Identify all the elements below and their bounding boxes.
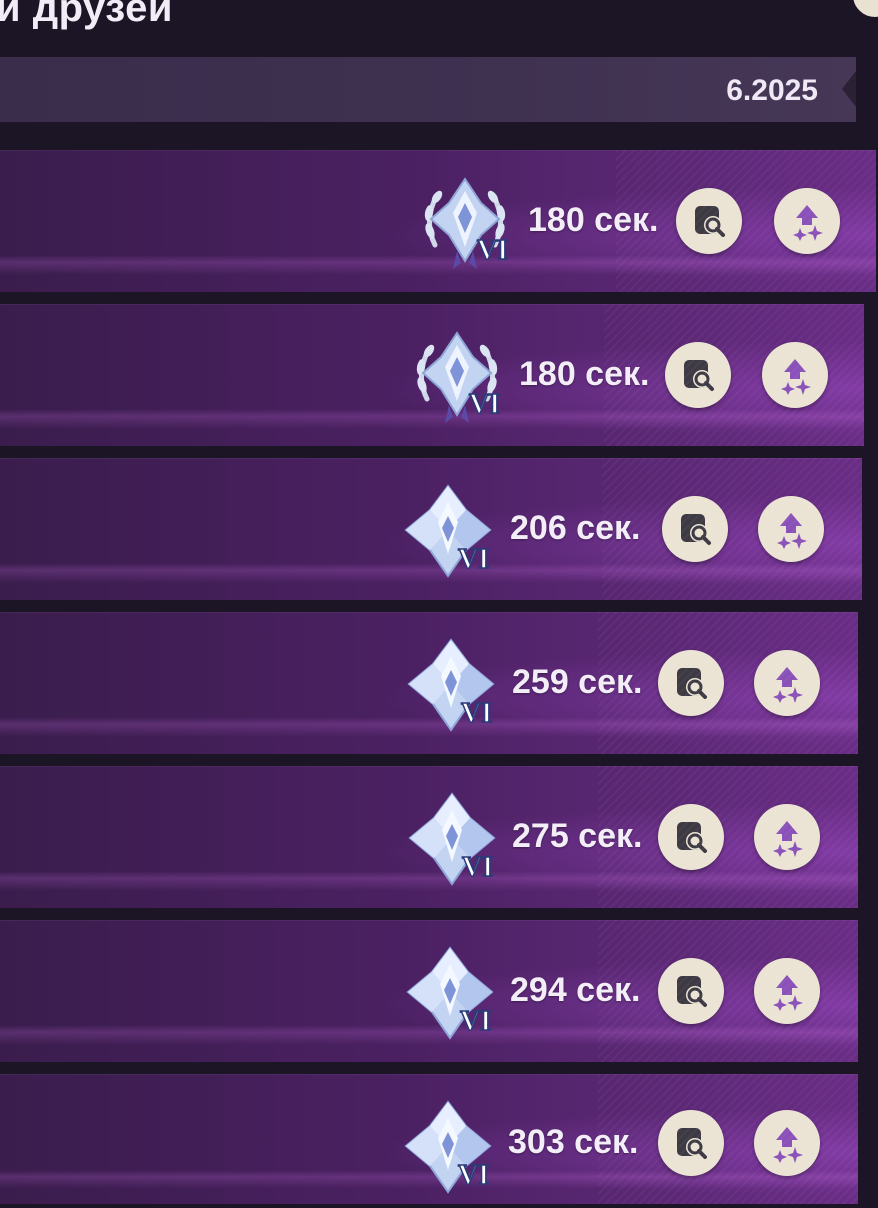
boost-button[interactable] bbox=[774, 188, 840, 254]
laurel-crystal-emblem: VI bbox=[424, 177, 509, 269]
view-lineup-button[interactable] bbox=[662, 496, 728, 562]
clear-time: 206 сек. bbox=[510, 509, 641, 547]
boost-button[interactable] bbox=[758, 496, 824, 562]
view-lineup-button[interactable] bbox=[658, 958, 724, 1024]
crystal-emblem: VI bbox=[408, 792, 496, 886]
magnify-page-icon bbox=[677, 1128, 707, 1159]
boost-button[interactable] bbox=[754, 804, 820, 870]
boost-button[interactable] bbox=[754, 1110, 820, 1176]
boost-button[interactable] bbox=[754, 650, 820, 716]
crystal-emblem: VI bbox=[404, 484, 492, 578]
sparkle-arrow-icon bbox=[773, 975, 803, 1011]
sparkle-arrow-icon bbox=[793, 205, 823, 241]
list-row: VI 275 сек. bbox=[0, 766, 858, 908]
magnify-page-icon bbox=[684, 360, 714, 391]
rank-numeral: VI bbox=[462, 852, 493, 883]
crystal-emblem: VI bbox=[406, 946, 494, 1040]
clear-time: 275 сек. bbox=[512, 817, 643, 855]
magnify-page-icon bbox=[677, 668, 707, 699]
view-lineup-button[interactable] bbox=[676, 188, 742, 254]
clear-time: 259 сек. bbox=[512, 663, 643, 701]
magnify-page-icon bbox=[681, 514, 711, 545]
rank-numeral: VI bbox=[461, 698, 492, 729]
list-row: VI 259 сек. bbox=[0, 612, 858, 754]
view-lineup-button[interactable] bbox=[658, 1110, 724, 1176]
clear-time: 180 сек. bbox=[528, 201, 659, 239]
view-lineup-button[interactable] bbox=[658, 804, 724, 870]
corner-button[interactable] bbox=[850, 0, 878, 20]
period-notch bbox=[842, 71, 856, 107]
rank-numeral: VI bbox=[469, 389, 500, 420]
rank-numeral: VI bbox=[458, 544, 489, 575]
magnify-page-icon bbox=[695, 206, 725, 237]
crystal-emblem: VI bbox=[404, 1100, 492, 1194]
list-row: VI 180 сек. bbox=[0, 150, 876, 292]
crystal-emblem: VI bbox=[407, 638, 495, 732]
sparkle-arrow-icon bbox=[773, 821, 803, 857]
clear-time: 303 сек. bbox=[508, 1123, 639, 1161]
view-lineup-button[interactable] bbox=[658, 650, 724, 716]
view-lineup-button[interactable] bbox=[665, 342, 731, 408]
magnify-page-icon bbox=[677, 976, 707, 1007]
magnify-page-icon bbox=[677, 822, 707, 853]
list-row: VI 294 сек. bbox=[0, 920, 858, 1062]
boost-button[interactable] bbox=[762, 342, 828, 408]
period-label: 6.2025 bbox=[726, 74, 818, 107]
page-title: и друзей bbox=[0, 0, 173, 30]
sparkle-arrow-icon bbox=[781, 359, 811, 395]
laurel-crystal-emblem: VI bbox=[416, 331, 501, 423]
clear-time: 180 сек. bbox=[519, 355, 650, 393]
sparkle-arrow-icon bbox=[777, 513, 807, 549]
list-row: VI 180 сек. bbox=[0, 304, 864, 446]
rank-numeral: VI bbox=[477, 235, 508, 266]
sparkle-arrow-icon bbox=[773, 1127, 803, 1163]
period-header: 6.2025 bbox=[0, 57, 856, 122]
boost-button[interactable] bbox=[754, 958, 820, 1024]
list-row: VI 303 сек. bbox=[0, 1074, 858, 1204]
sparkle-arrow-icon bbox=[773, 667, 803, 703]
rank-numeral: VI bbox=[460, 1006, 491, 1037]
rank-numeral: VI bbox=[458, 1160, 489, 1191]
list-row: VI 206 сек. bbox=[0, 458, 862, 600]
clear-time: 294 сек. bbox=[510, 971, 641, 1009]
